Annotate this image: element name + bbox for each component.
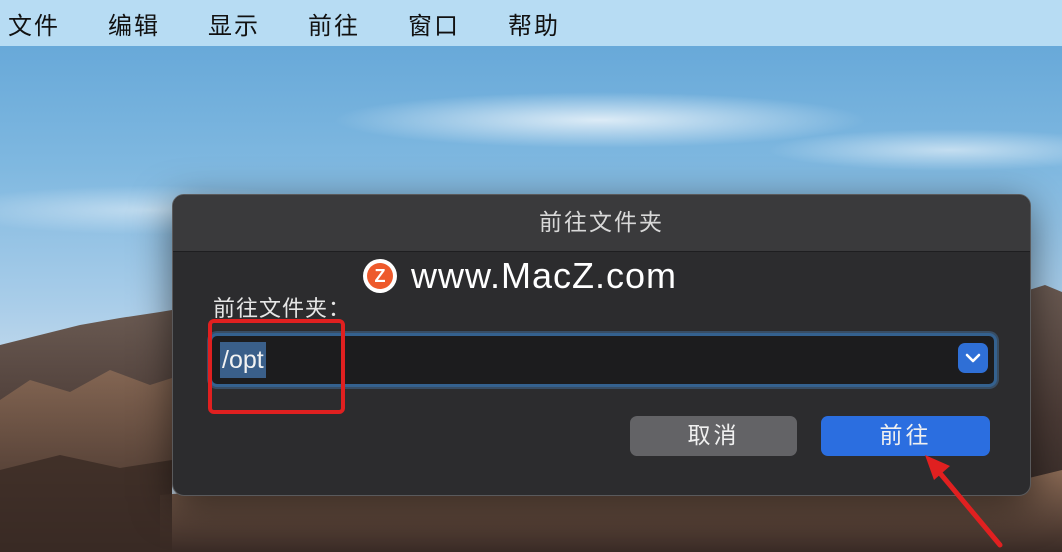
menu-view[interactable]: 显示 — [208, 6, 260, 41]
watermark: Z www.MacZ.com — [363, 255, 677, 297]
cancel-button[interactable]: 取消 — [630, 416, 797, 456]
menu-file[interactable]: 文件 — [8, 6, 60, 41]
macz-logo-icon: Z — [363, 259, 397, 293]
dialog-title: 前往文件夹 — [173, 195, 1030, 252]
menu-window[interactable]: 窗口 — [408, 6, 460, 41]
dropdown-button[interactable] — [958, 343, 988, 373]
annotation-highlight-box — [208, 319, 345, 414]
logo-letter: Z — [367, 263, 393, 289]
menu-help[interactable]: 帮助 — [508, 6, 560, 41]
go-button[interactable]: 前往 — [821, 416, 990, 456]
menu-bar: 文件 编辑 显示 前往 窗口 帮助 — [0, 0, 1062, 46]
menu-go[interactable]: 前往 — [308, 6, 360, 41]
watermark-text: www.MacZ.com — [411, 255, 678, 296]
menu-edit[interactable]: 编辑 — [108, 6, 160, 41]
chevron-down-icon — [965, 353, 981, 363]
